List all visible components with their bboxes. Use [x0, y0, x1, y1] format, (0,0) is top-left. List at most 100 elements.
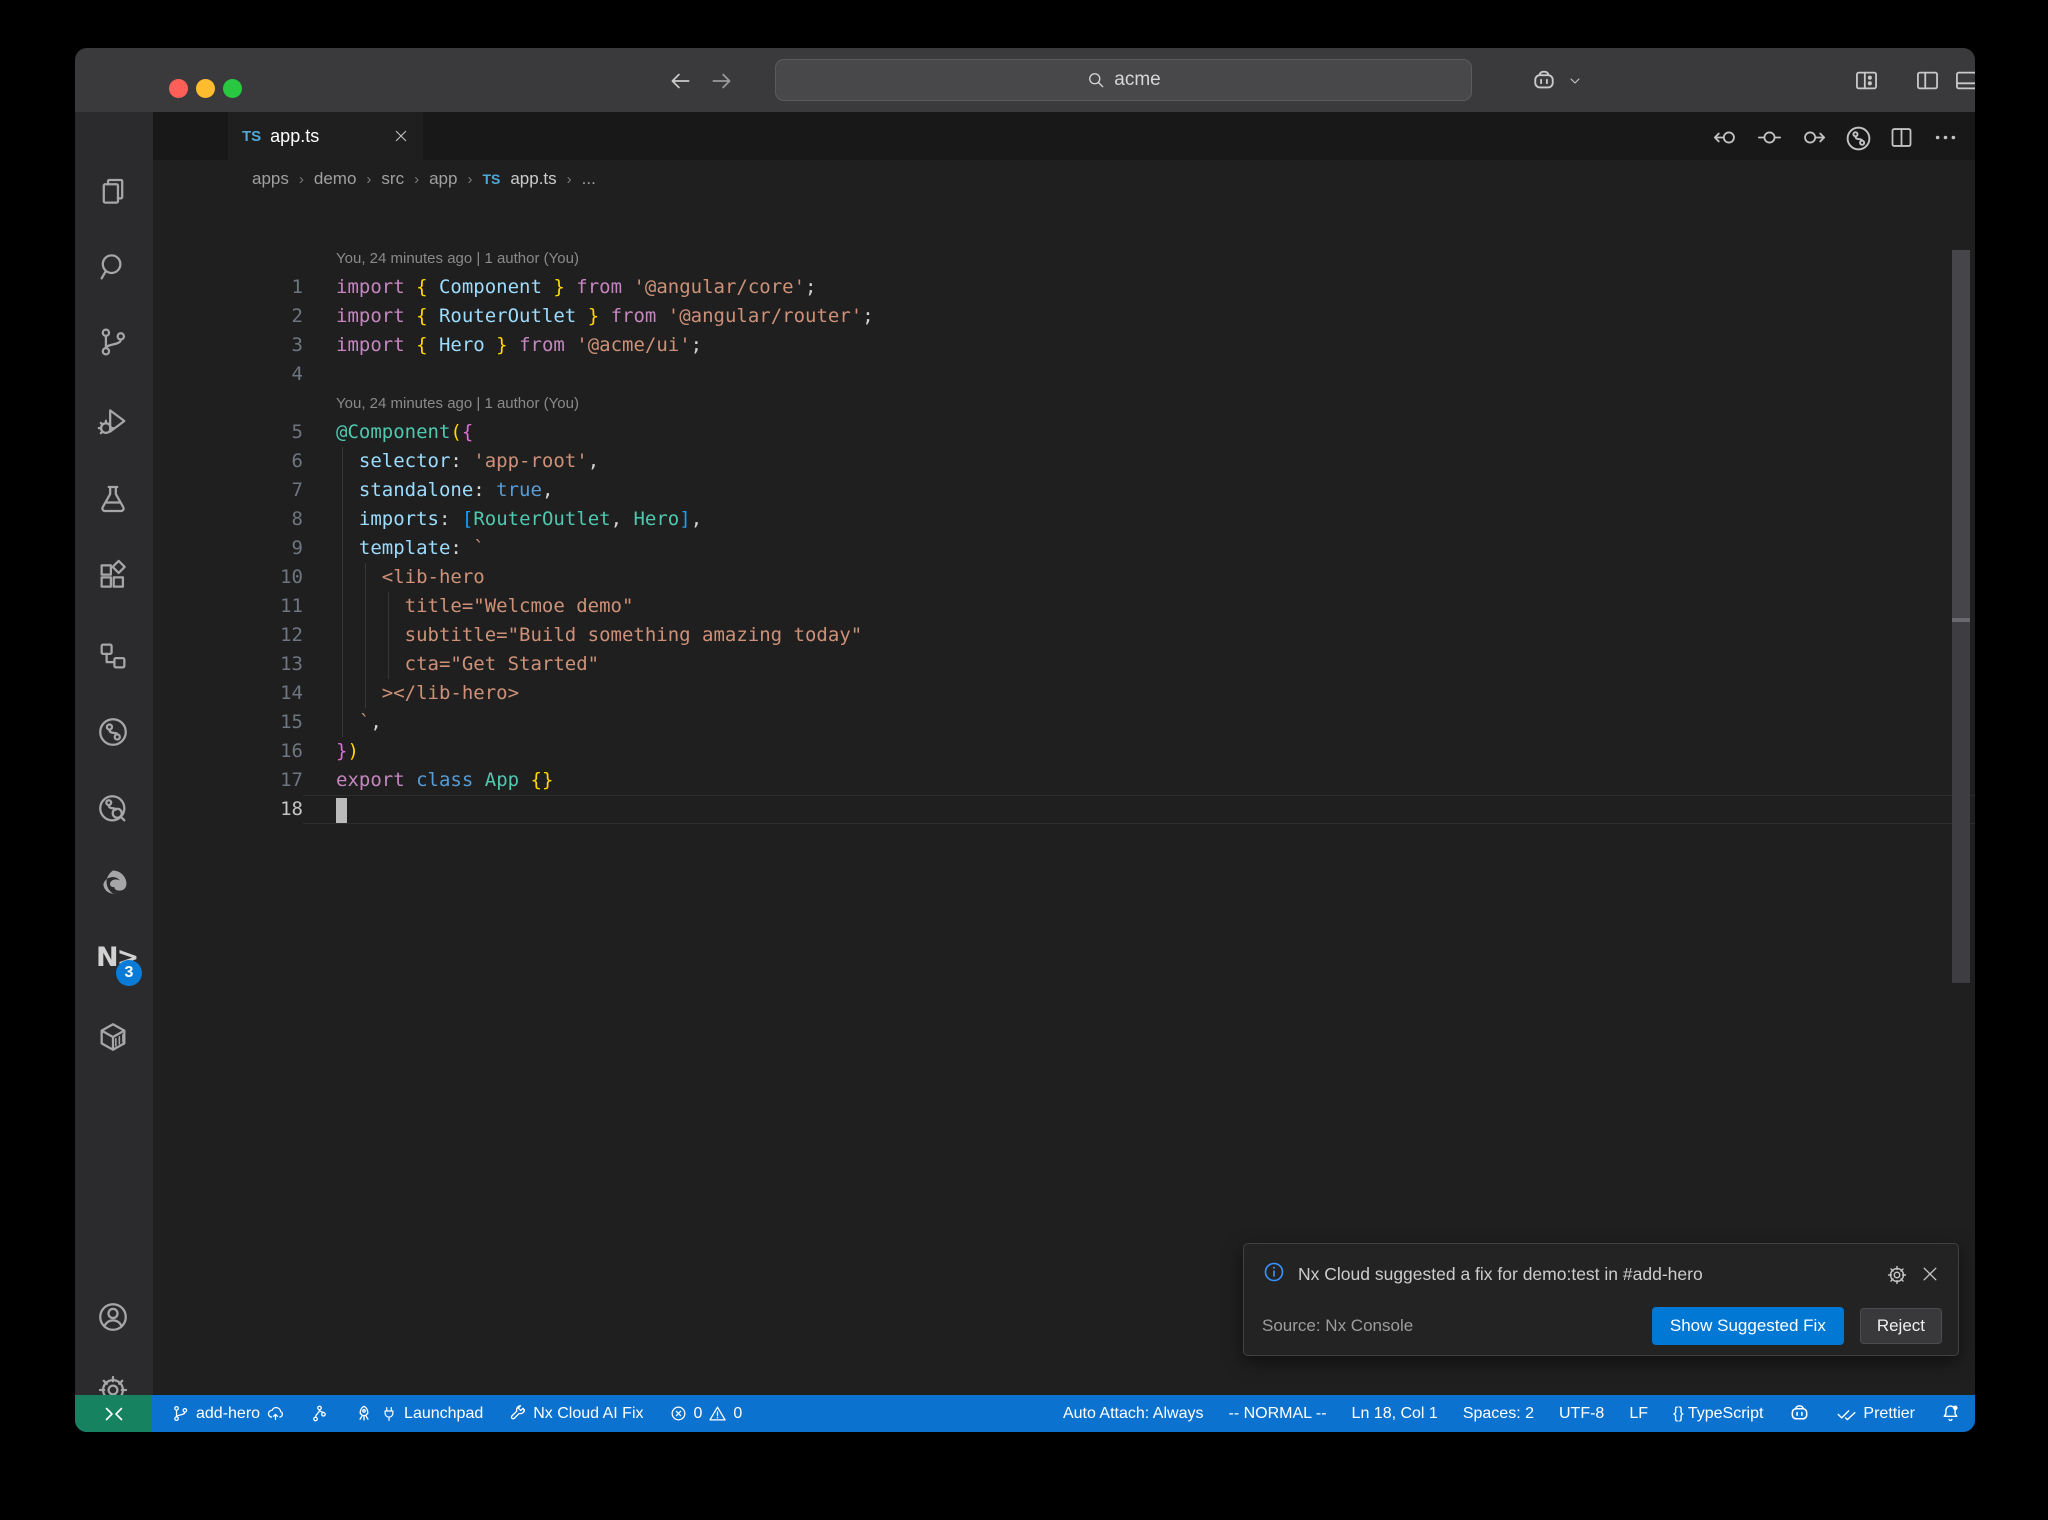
line-number: 1: [291, 276, 303, 298]
account-icon[interactable]: [96, 1300, 132, 1336]
info-icon: [1262, 1260, 1286, 1289]
chevron-right-icon: ›: [467, 170, 473, 188]
explorer-icon[interactable]: [96, 175, 132, 211]
code-line: 3 import { Hero } from '@acme/ui';: [153, 331, 1975, 360]
cursor-position-status[interactable]: Ln 18, Col 1: [1352, 1405, 1438, 1423]
reject-button[interactable]: Reject: [1859, 1308, 1942, 1344]
git-branch-status[interactable]: add-hero: [171, 1404, 285, 1423]
extensions-icon[interactable]: [96, 559, 132, 595]
close-window-button[interactable]: [169, 79, 188, 98]
launchpad-status[interactable]: Launchpad: [354, 1404, 483, 1424]
cloud-upload-icon: [267, 1406, 283, 1421]
language-status[interactable]: {} TypeScript: [1673, 1405, 1763, 1423]
search-view-icon[interactable]: [96, 250, 132, 286]
error-icon: [671, 1406, 685, 1421]
code-line: 6 selector: 'app-root',: [153, 447, 1975, 476]
vim-mode-status[interactable]: -- NORMAL --: [1228, 1405, 1326, 1423]
breadcrumb-item-src[interactable]: src: [381, 169, 404, 189]
show-suggested-fix-button[interactable]: Show Suggested Fix: [1651, 1307, 1844, 1345]
minimize-window-button[interactable]: [196, 79, 215, 98]
line-number: 4: [291, 363, 303, 385]
git-branch-icon: [174, 1405, 188, 1422]
nx-cloud-fix-status[interactable]: Nx Cloud AI Fix: [508, 1404, 644, 1423]
line-number: [153, 244, 303, 273]
indentation-status[interactable]: Spaces: 2: [1463, 1405, 1534, 1423]
edge-tools-icon[interactable]: [96, 867, 132, 903]
editor-actions: [1712, 124, 1959, 151]
command-center-search[interactable]: acme: [775, 59, 1472, 101]
more-actions-icon[interactable]: [1932, 124, 1959, 151]
copilot-icon[interactable]: [1530, 67, 1558, 95]
copilot-status[interactable]: [1788, 1402, 1811, 1425]
nx-badge: 3: [116, 960, 142, 986]
remote-indicator[interactable]: [75, 1395, 152, 1432]
source-control-icon[interactable]: [96, 325, 132, 361]
commit-icon[interactable]: [1756, 124, 1783, 151]
notification-title: Nx Cloud suggested a fix for demo:test i…: [1298, 1264, 1703, 1284]
back-button[interactable]: [667, 68, 693, 94]
breadcrumb-item-demo[interactable]: demo: [314, 169, 357, 189]
maximize-window-button[interactable]: [223, 79, 242, 98]
code-line: 16}): [153, 737, 1975, 766]
blame-annotation-row: You, 24 minutes ago | 1 author (You): [153, 389, 1975, 418]
double-check-icon: [1837, 1410, 1856, 1421]
code-line: 2 import { RouterOutlet } from '@angular/…: [153, 302, 1975, 331]
line-number: 8: [291, 508, 303, 530]
blame-annotation-row: You, 24 minutes ago | 1 author (You): [153, 244, 1975, 273]
workspace-structure-icon[interactable]: [96, 639, 132, 675]
breadcrumb-item-app[interactable]: app: [429, 169, 457, 189]
scrollbar-thumb-lower[interactable]: [1952, 622, 1970, 983]
gitlens-icon[interactable]: [96, 715, 132, 751]
forward-button[interactable]: [709, 68, 735, 94]
breadcrumb-item-file[interactable]: app.ts: [510, 169, 556, 189]
chevron-down-icon[interactable]: [1567, 73, 1583, 89]
tab-app-ts[interactable]: TS app.ts: [228, 112, 423, 160]
prettier-status[interactable]: Prettier: [1836, 1403, 1915, 1424]
eol-status[interactable]: LF: [1629, 1405, 1648, 1423]
chevron-right-icon: ›: [414, 170, 420, 188]
auto-attach-status[interactable]: Auto Attach: Always: [1063, 1405, 1204, 1423]
scrollbar-thumb[interactable]: [1952, 250, 1970, 618]
code-line: 13 cta="Get Started": [153, 650, 1975, 679]
encoding-status[interactable]: UTF-8: [1559, 1405, 1604, 1423]
line-number: 7: [291, 479, 303, 501]
code-line: 17 export class App {}: [153, 766, 1975, 795]
customize-layout-icon[interactable]: [1853, 67, 1880, 94]
toggle-panel-bottom-icon[interactable]: [1953, 67, 1975, 94]
next-change-icon[interactable]: [1800, 124, 1827, 151]
line-number: 13: [280, 653, 303, 675]
gitlens-graph-icon[interactable]: [1844, 124, 1871, 151]
line-number: 16: [280, 740, 303, 762]
line-number: 3: [291, 334, 303, 356]
split-editor-icon[interactable]: [1888, 124, 1915, 151]
breadcrumb-item-apps[interactable]: apps: [252, 169, 289, 189]
block-cursor: [336, 798, 347, 823]
testing-icon[interactable]: [96, 482, 132, 518]
line-number: 9: [291, 537, 303, 559]
plug-icon: [384, 1406, 394, 1421]
line-number: 10: [280, 566, 303, 588]
code-line: 18: [153, 795, 1975, 824]
problems-status[interactable]: 0 0: [669, 1404, 742, 1423]
search-icon: [1086, 70, 1106, 90]
breadcrumb-item-more[interactable]: ...: [582, 169, 596, 189]
chevron-right-icon: ›: [298, 170, 304, 188]
gitlens-inspect-icon[interactable]: [96, 792, 132, 828]
notification-close-icon[interactable]: [1920, 1264, 1942, 1286]
previous-change-icon[interactable]: [1712, 124, 1739, 151]
toggle-panel-left-icon[interactable]: [1914, 67, 1941, 94]
indent-guide: [388, 592, 389, 679]
tab-close-icon[interactable]: [393, 128, 409, 144]
line-number: 2: [291, 305, 303, 327]
commit-graph-status[interactable]: [310, 1404, 329, 1423]
containers-icon[interactable]: [96, 1020, 132, 1056]
notification-toast: Nx Cloud suggested a fix for demo:test i…: [1243, 1243, 1959, 1356]
notifications-bell[interactable]: [1940, 1403, 1961, 1424]
notification-settings-gear-icon[interactable]: [1886, 1264, 1908, 1286]
line-number: 6: [291, 450, 303, 472]
nx-console-icon[interactable]: N> 3: [96, 942, 142, 986]
run-debug-icon[interactable]: [96, 404, 132, 440]
code-line: 7 standalone: true,: [153, 476, 1975, 505]
code-lines: You, 24 minutes ago | 1 author (You) 1 imp…: [153, 244, 1975, 824]
copilot-icon: [1791, 1405, 1808, 1420]
